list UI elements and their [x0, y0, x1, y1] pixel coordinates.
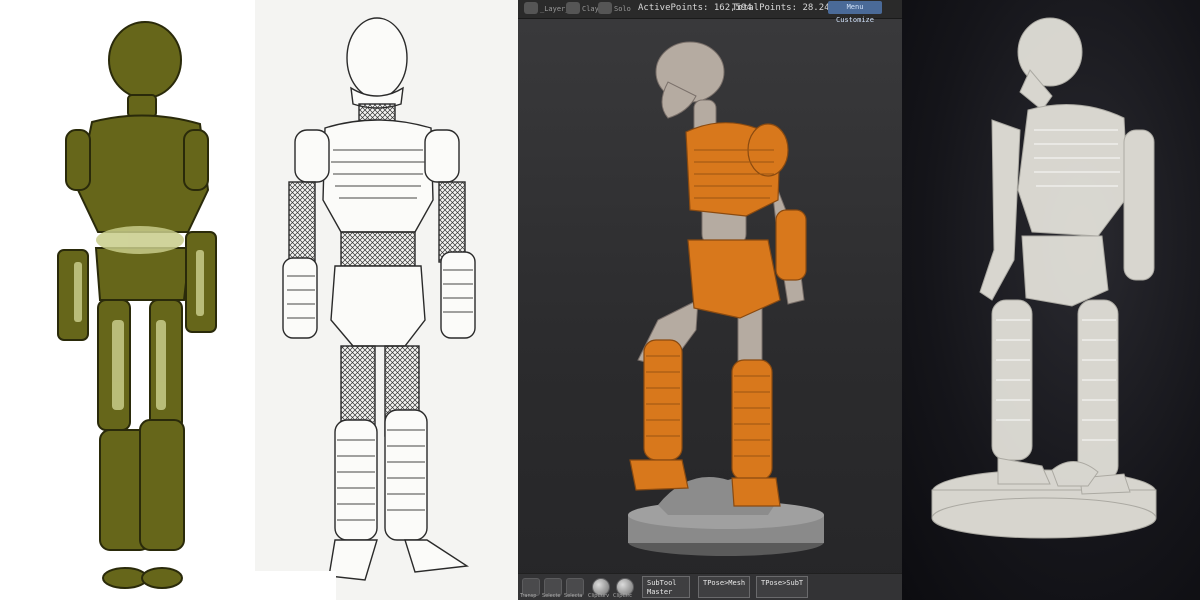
- zbrush-render-art: [628, 41, 824, 556]
- sketch-torso: [322, 119, 434, 233]
- stencil-left-shoulder: [65, 129, 91, 191]
- panel-resin-print: [902, 0, 1200, 600]
- stencil-right-foot: [141, 567, 183, 589]
- panel-stencil-figure: [0, 0, 255, 600]
- sketch-pelvis: [330, 265, 426, 347]
- stencil-left-arm: [57, 249, 89, 341]
- select-rect-label: Selecte: [542, 593, 561, 599]
- subtool-master-button[interactable]: SubTool Master: [642, 576, 690, 598]
- stencil-neck: [127, 94, 157, 118]
- transpose-label: Transp: [520, 593, 537, 599]
- sketch-right-forearm: [440, 251, 476, 339]
- stencil-right-shoulder: [183, 129, 209, 191]
- tpose-mesh-button[interactable]: TPose>Mesh: [698, 576, 750, 598]
- stencil-pelvis: [94, 247, 192, 301]
- zbrush-bottom-bar: Transp Selecte Selecta ClipCurv ClipCirc…: [518, 573, 902, 600]
- sketch-left-boot: [334, 419, 378, 541]
- panel-zbrush-viewport: _Layer_8 Clay Solo ActivePoints: 162,594…: [518, 0, 902, 600]
- stencil-right-boot: [139, 419, 185, 551]
- sketch-head: [346, 17, 408, 99]
- tpose-subt-button[interactable]: TPose>SubT: [756, 576, 808, 598]
- white-strip: [228, 571, 336, 600]
- sketch-waist: [340, 231, 416, 267]
- select-lasso-label: Selecta: [564, 593, 583, 599]
- stencil-figure-art: [57, 21, 217, 589]
- clip-curve-label: ClipCurv: [588, 593, 610, 599]
- clip-circle-label: ClipCirc: [613, 593, 633, 599]
- sketch-right-shoulder: [424, 129, 460, 183]
- stencil-head: [108, 21, 182, 99]
- stencil-left-foot: [102, 567, 148, 589]
- sketch-left-forearm: [282, 257, 318, 339]
- resin-print-art: [931, 17, 1157, 539]
- sketch-left-shoulder: [294, 129, 330, 183]
- panel-pencil-sketch: [255, 0, 518, 600]
- pencil-sketch-art: [282, 17, 476, 581]
